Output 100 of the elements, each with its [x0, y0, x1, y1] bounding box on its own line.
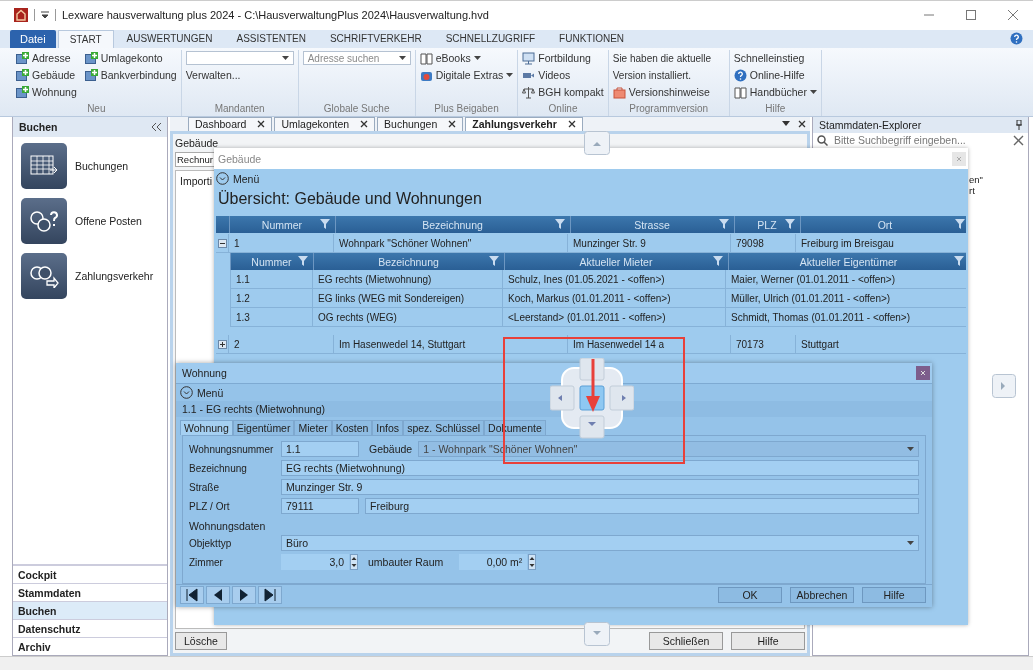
dialog-button[interactable]: Hilfe — [731, 632, 805, 650]
dialog-button[interactable]: Hilfe — [862, 587, 926, 603]
filter-icon[interactable] — [719, 219, 729, 229]
ribbon-button[interactable]: Verwalten... — [185, 69, 294, 82]
ribbon-button[interactable]: Umlagekonto — [84, 51, 177, 65]
next-record-button[interactable] — [232, 586, 256, 604]
dialog-tab[interactable]: spez. Schlüssel — [403, 420, 485, 435]
number-field[interactable]: 0,00 m² — [459, 554, 528, 570]
navigation-tile[interactable]: Buchungen — [21, 142, 159, 189]
ribbon-button[interactable]: Adresse — [16, 51, 77, 65]
type-combo[interactable]: Büro — [281, 535, 919, 551]
navigation-item[interactable]: Cockpit — [13, 565, 167, 583]
ribbon-tab[interactable]: SCHRIFTVERKEHR — [318, 29, 433, 48]
ribbon-tab[interactable]: SCHNELLZUGRIFF — [434, 29, 547, 48]
tree-item[interactable]: en" — [969, 173, 1028, 185]
table-cell: 2 — [228, 335, 333, 353]
filter-icon[interactable] — [298, 256, 308, 266]
dialog-tab[interactable]: Mieter — [294, 420, 332, 435]
tree-item[interactable]: rt — [969, 184, 1028, 196]
ribbon-button[interactable]: Videos — [522, 68, 604, 82]
ribbon-button[interactable]: Gebäude — [16, 68, 77, 82]
navigation-tile[interactable]: Zahlungsverkehr — [21, 252, 159, 299]
filter-icon[interactable] — [489, 256, 499, 266]
menu-button[interactable]: Menü — [180, 386, 928, 399]
input-field[interactable]: 1.1 — [281, 441, 359, 457]
close-icon[interactable] — [360, 120, 369, 129]
table-cell: Schmidt, Thomas (01.01.2011 - <offen>) — [725, 308, 965, 326]
search-field[interactable]: Bitte Suchbegriff eingeben... — [813, 132, 1028, 148]
close-icon[interactable] — [257, 120, 266, 129]
input-field[interactable]: Freiburg — [365, 498, 919, 514]
dialog-button[interactable]: OK — [718, 587, 782, 603]
close-icon[interactable] — [567, 120, 576, 129]
ribbon-button[interactable]: Online-Hilfe — [733, 68, 817, 82]
column-header[interactable]: Strasse — [570, 216, 733, 233]
last-record-button[interactable] — [258, 586, 282, 604]
clear-icon[interactable] — [1013, 134, 1024, 146]
column-header[interactable]: Bezeichnung — [335, 216, 569, 233]
ribbon-tab[interactable]: START — [57, 29, 114, 48]
table-cell: 1.3 — [230, 308, 312, 326]
previous-record-button[interactable] — [206, 586, 230, 604]
input-field[interactable]: Munzinger Str. 9 — [281, 479, 919, 495]
dialog-button[interactable]: Abbrechen — [790, 587, 854, 603]
dialog-tab[interactable]: Wohnung — [180, 420, 233, 435]
filter-icon[interactable] — [954, 256, 964, 266]
inner-tab[interactable]: Rechnur — [175, 151, 215, 167]
input-field[interactable]: 79111 — [281, 498, 359, 514]
spinner-icon[interactable] — [528, 554, 537, 570]
input-field[interactable]: EG rechts (Mietwohnung) — [281, 460, 919, 476]
navigation-item[interactable]: Archiv — [13, 637, 167, 655]
navigation-item[interactable]: Datenschutz — [13, 619, 167, 637]
menu-button[interactable]: Menü — [216, 172, 260, 185]
table-cell: Munzinger Str. 9 — [567, 234, 730, 252]
delete-button[interactable]: Lösche — [175, 632, 227, 650]
filter-icon[interactable] — [785, 219, 795, 229]
filter-icon[interactable] — [955, 219, 965, 229]
ribbon-dropdown[interactable]: eBooks — [419, 51, 514, 65]
ribbon-tab[interactable]: ASSISTENTEN — [225, 29, 317, 48]
filter-icon[interactable] — [555, 219, 565, 229]
combo-box[interactable]: Adresse suchen — [302, 51, 411, 66]
close-icon[interactable] — [448, 120, 457, 129]
spinner-icon[interactable] — [350, 554, 358, 570]
dialog-button[interactable]: Schließen — [649, 632, 723, 650]
ribbon-button[interactable]: Versionshinweise — [612, 85, 725, 99]
file-tab[interactable]: Datei — [10, 29, 56, 48]
column-header[interactable]: PLZ — [734, 216, 799, 233]
column-header[interactable]: Nummer — [230, 253, 312, 270]
dropdown-icon[interactable] — [782, 121, 790, 127]
chevron-icon — [180, 386, 193, 399]
ribbon-button[interactable]: Schnelleinstieg — [733, 52, 817, 65]
column-header[interactable]: Aktueller Eigentümer — [728, 253, 968, 270]
ribbon-dropdown[interactable]: Handbücher — [733, 85, 817, 99]
navigation-item[interactable]: Buchen — [13, 601, 167, 619]
dialog-tab[interactable]: Infos — [372, 420, 404, 435]
collapse-icon[interactable] — [152, 122, 161, 131]
dock-guide-drawing[interactable] — [550, 358, 634, 440]
pin-icon[interactable] — [1016, 119, 1022, 130]
ribbon-button[interactable]: BGH kompakt — [522, 85, 604, 99]
column-header[interactable]: Aktueller Mieter — [504, 253, 727, 270]
expand-icon[interactable] — [217, 339, 227, 349]
ribbon-dropdown[interactable]: Digitale Extras — [419, 68, 514, 82]
column-header[interactable]: Bezeichnung — [313, 253, 503, 270]
collapse-icon[interactable] — [217, 238, 227, 248]
ribbon-button[interactable]: Fortbildung — [522, 51, 604, 65]
filter-icon[interactable] — [320, 219, 330, 229]
number-field[interactable]: 3,0 — [281, 554, 349, 570]
column-header[interactable]: Ort — [800, 216, 969, 233]
first-record-button[interactable] — [180, 586, 204, 604]
maximize-icon[interactable] — [965, 9, 977, 22]
ribbon-button[interactable]: Wohnung — [16, 85, 77, 99]
ribbon-button[interactable]: Bankverbindung — [84, 68, 177, 82]
filter-icon[interactable] — [713, 256, 723, 266]
navigation-tile[interactable]: Offene Posten — [21, 197, 159, 244]
dropdown-icon[interactable] — [41, 11, 49, 20]
close-icon[interactable] — [798, 119, 806, 128]
dialog-tab[interactable]: Kosten — [331, 420, 373, 435]
ribbon-tab[interactable]: AUSWERTUNGEN — [115, 29, 224, 48]
dialog-tab[interactable]: Eigentümer — [232, 420, 295, 435]
ribbon-tab[interactable]: FUNKTIONEN — [548, 29, 636, 48]
table-cell: Müller, Ulrich (01.01.2011 - <offen>) — [725, 289, 965, 307]
column-header[interactable]: Nummer — [229, 216, 334, 233]
